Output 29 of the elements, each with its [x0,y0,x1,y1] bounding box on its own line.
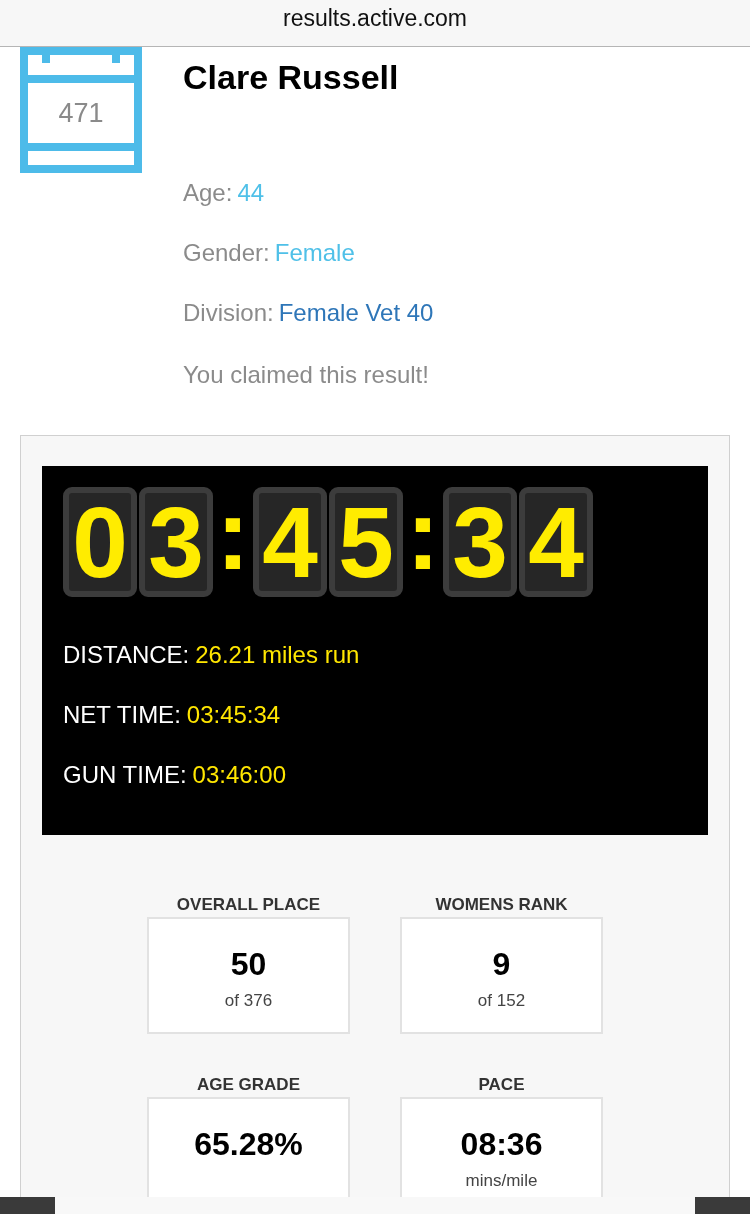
stat-heading: OVERALL PLACE [176,895,321,915]
stat-value: 50 [230,945,267,983]
stat-subtext: of 376 [224,990,273,1012]
stat-value: 9 [492,945,511,983]
stat-value: 08:36 [460,1125,543,1163]
division-link[interactable]: Female Vet 40 [278,298,434,328]
result-value: 03:45:34 [186,700,281,730]
field-value: Female [274,238,355,268]
stat-value: 65.28% [194,1125,303,1163]
stat-subtext: mins/mile [465,1170,538,1192]
bib-notch [42,55,50,63]
stat-heading: WOMENS RANK [435,895,568,915]
claim-message: You claimed this result! [183,360,430,390]
browser-address-bar[interactable]: results.active.com [0,0,750,47]
stat-heading: AGE GRADE [197,1075,300,1095]
field-label: Age: [183,178,233,208]
field-value: 44 [237,178,265,208]
stat-heading: PACE [478,1075,525,1095]
field-label: Division: [183,298,274,328]
stat-subtext: of 152 [477,990,526,1012]
result-value: 03:46:00 [192,760,286,790]
result-label: NET TIME: [63,700,181,730]
bib-number: 471 [58,97,104,129]
bib-notch [112,55,120,63]
result-label: GUN TIME: [63,760,187,790]
field-label: Gender: [183,238,270,268]
result-label: DISTANCE: [63,640,190,670]
result-value: 26.21 miles run [195,640,360,670]
athlete-name: Clare Russell [183,57,400,98]
